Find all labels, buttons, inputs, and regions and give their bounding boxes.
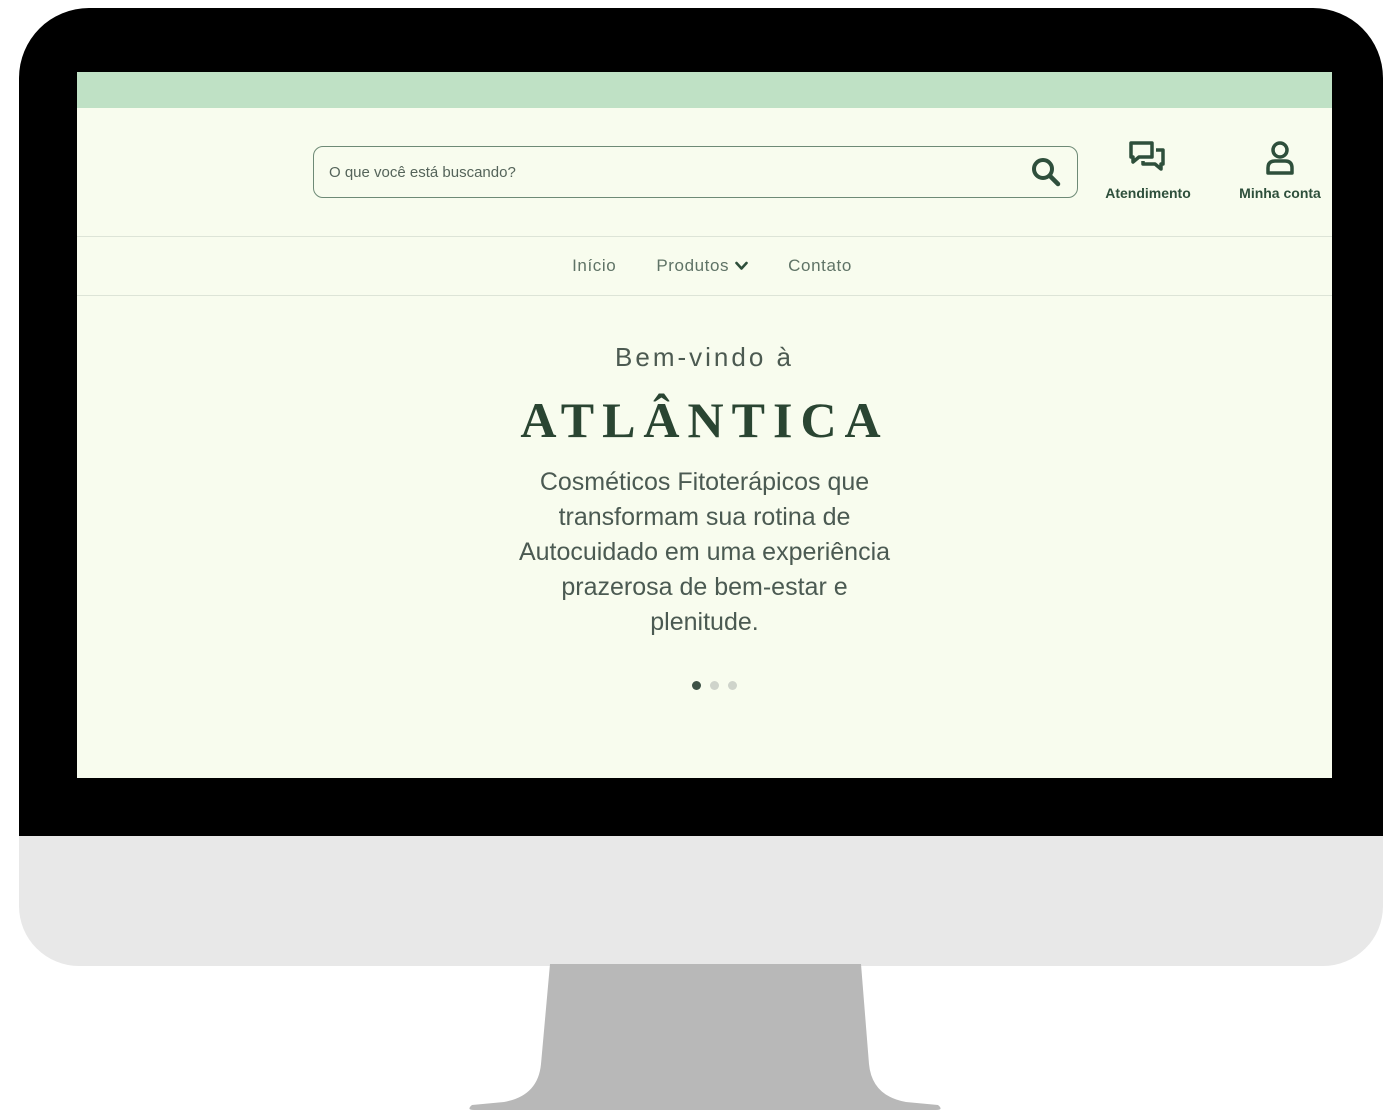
hero-tagline: Cosméticos Fitoterápicos que transformam… bbox=[518, 468, 891, 636]
carousel-dot-3[interactable] bbox=[727, 681, 737, 690]
hero-section: Bem-vindo à ATLÂNTICA Cosméticos Fitoter… bbox=[77, 342, 1332, 640]
support-label: Atendimento bbox=[1105, 185, 1191, 201]
website-screen: Atendimento Minha conta Início Produtos … bbox=[77, 72, 1332, 778]
main-nav: Início Produtos Contato bbox=[77, 248, 1332, 284]
monitor-stand bbox=[469, 964, 941, 1110]
nav-item-contato[interactable]: Contato bbox=[788, 256, 852, 276]
account-button[interactable]: Minha conta bbox=[1230, 140, 1330, 201]
nav-item-produtos[interactable]: Produtos bbox=[656, 256, 748, 276]
support-button[interactable]: Atendimento bbox=[1097, 140, 1199, 201]
carousel-dot-2[interactable] bbox=[709, 681, 719, 690]
monitor-chin bbox=[19, 836, 1383, 966]
search-icon[interactable] bbox=[1029, 155, 1063, 189]
carousel-indicators bbox=[77, 681, 1332, 690]
account-label: Minha conta bbox=[1239, 185, 1321, 201]
search-bar[interactable] bbox=[313, 146, 1078, 198]
hero-welcome: Bem-vindo à bbox=[615, 342, 794, 372]
monitor-mockup: Atendimento Minha conta Início Produtos … bbox=[0, 0, 1383, 1111]
announcement-bar bbox=[77, 72, 1332, 108]
search-input[interactable] bbox=[329, 163, 1029, 181]
nav-top-divider bbox=[77, 236, 1332, 237]
hero-brand-title: ATLÂNTICA bbox=[520, 392, 889, 448]
chevron-down-icon bbox=[735, 256, 748, 276]
nav-bottom-divider bbox=[77, 295, 1332, 296]
carousel-dot-1[interactable] bbox=[691, 681, 701, 690]
user-icon bbox=[1262, 140, 1298, 181]
nav-item-inicio[interactable]: Início bbox=[572, 256, 616, 276]
chat-bubbles-icon bbox=[1128, 140, 1168, 181]
